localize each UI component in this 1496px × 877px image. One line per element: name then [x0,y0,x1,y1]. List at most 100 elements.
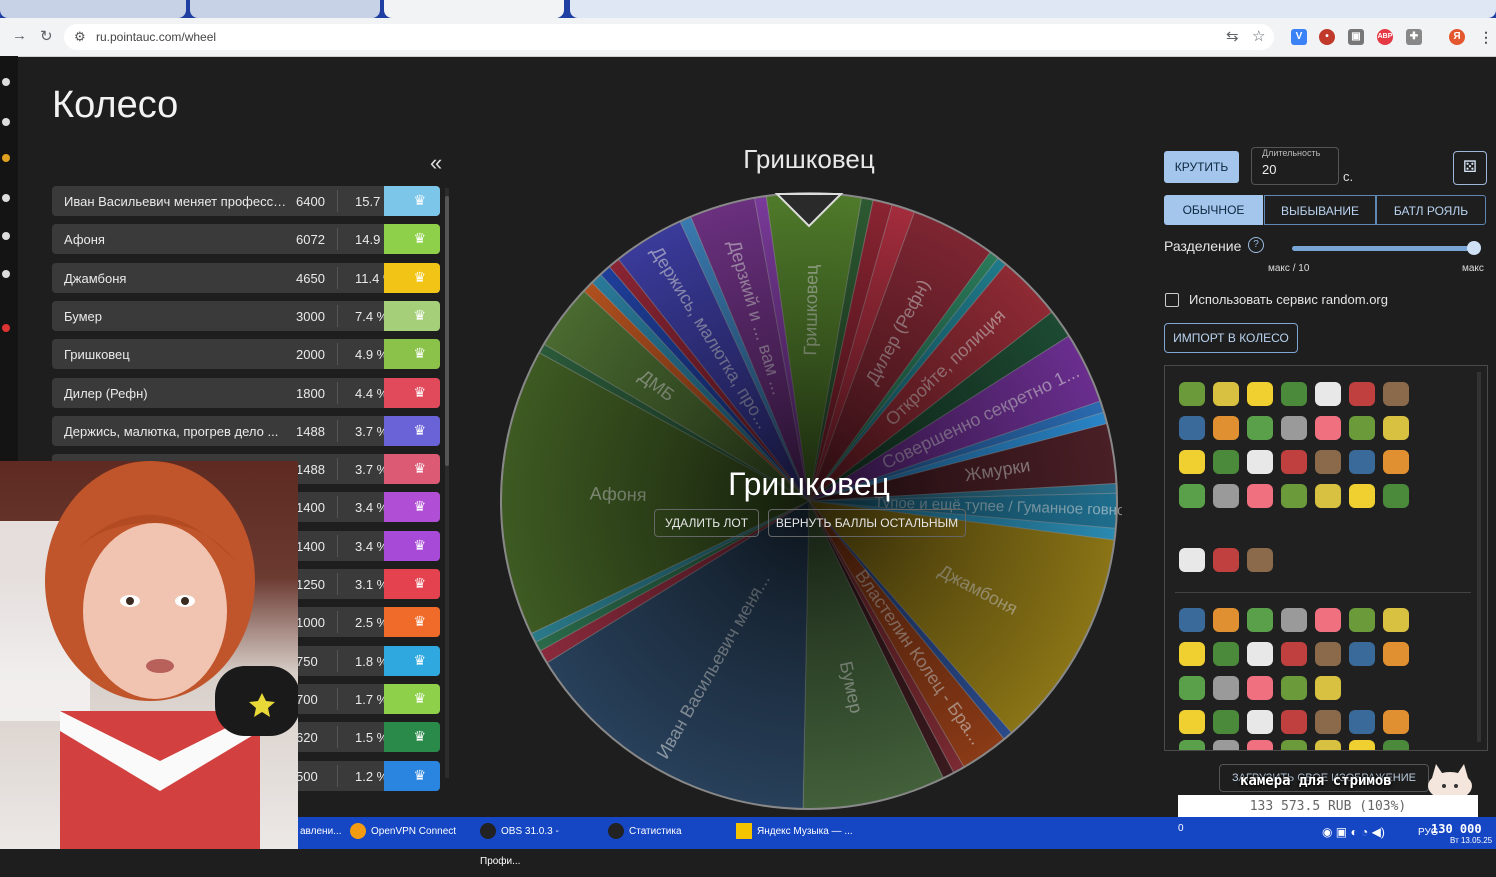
lot-row[interactable]: Иван Васильевич меняет профессию 6400 15.7… [52,186,440,216]
emote-icon[interactable] [1281,710,1307,734]
emote-icon[interactable] [1383,484,1409,508]
emote-icon[interactable] [1213,676,1239,700]
lot-color-swatch[interactable]: ♛ [384,262,440,293]
delete-lot-button[interactable]: УДАЛИТЬ ЛОТ [654,509,759,537]
emote-scrollbar[interactable] [1477,372,1481,742]
lot-row[interactable]: Гришковец 2000 4.9 % ♛ [52,339,440,370]
lot-color-swatch[interactable]: ♛ [384,224,440,255]
emote-icon[interactable] [1247,740,1273,750]
emote-icon[interactable] [1281,450,1307,474]
lot-name[interactable]: Афоня [64,232,290,247]
emote-icon[interactable] [1315,450,1341,474]
lot-color-swatch[interactable]: ♛ [384,377,440,408]
duration-field[interactable]: Длительность 20 [1251,147,1339,185]
emote-icon[interactable] [1213,450,1239,474]
lot-list-scrollbar[interactable] [445,188,449,778]
browser-tab-active[interactable] [384,0,564,18]
lot-name[interactable]: Дилер (Рефн) [64,386,290,401]
emote-icon[interactable] [1383,740,1409,750]
split-slider-track[interactable] [1292,246,1474,251]
dice-icon[interactable]: ⚄ [1453,151,1487,185]
mode-battle-royale-tab[interactable]: БАТЛ РОЯЛЬ [1376,195,1486,225]
emote-icon[interactable] [1315,416,1341,440]
emote-icon[interactable] [1383,416,1409,440]
taskbar-item-stats[interactable]: Статистика [608,817,726,847]
emote-icon[interactable] [1247,484,1273,508]
lot-name[interactable]: Иван Васильевич меняет профессию [64,194,290,209]
browser-tab[interactable] [0,0,186,18]
browser-menu-icon[interactable]: ⋮ [1478,29,1494,45]
emote-icon[interactable] [1281,608,1307,632]
spin-button[interactable]: КРУТИТЬ [1164,151,1239,183]
emote-icon[interactable] [1315,642,1341,666]
lot-color-swatch[interactable]: ♛ [384,454,440,485]
lot-name[interactable]: Бумер [64,309,290,324]
emote-icon[interactable] [1281,484,1307,508]
bookmark-star-icon[interactable]: ☆ [1252,27,1265,45]
strip-icon[interactable] [2,194,10,202]
taskbar-item-openvpn[interactable]: OpenVPN Connect [350,817,468,847]
emote-icon[interactable] [1383,710,1409,734]
emote-icon[interactable] [1179,484,1205,508]
strip-icon[interactable] [2,78,10,86]
lot-row[interactable]: Держись, малютка, прогрев дело ... 1488 3.… [52,415,440,446]
emote-icon[interactable] [1383,450,1409,474]
browser-tab[interactable] [190,0,380,18]
emote-icon[interactable] [1213,484,1239,508]
lot-name[interactable]: Джамбоня [64,271,290,286]
emote-icon[interactable] [1281,382,1307,406]
emote-icon[interactable] [1179,740,1205,750]
emote-icon[interactable] [1383,608,1409,632]
emote-icon[interactable] [1315,484,1341,508]
emote-icon[interactable] [1179,382,1205,406]
emote-icon[interactable] [1281,676,1307,700]
emote-icon[interactable] [1213,608,1239,632]
strip-icon[interactable] [2,154,10,162]
extension-crop-icon[interactable]: ▣ [1348,29,1364,45]
tray-icons[interactable]: ◉ ▣ ◐ ◔ ◀) [1322,825,1385,839]
emote-icon[interactable] [1213,382,1239,406]
strip-icon[interactable] [2,232,10,240]
emote-icon[interactable] [1247,710,1273,734]
profile-avatar-icon[interactable]: Я [1449,29,1465,45]
emote-icon[interactable] [1315,710,1341,734]
taskbar-item-obs[interactable]: OBS 31.0.3 - Профи... [480,817,598,867]
emote-icon[interactable] [1349,642,1375,666]
site-settings-icon[interactable]: ⚙ [74,29,86,45]
emote-icon[interactable] [1179,608,1205,632]
strip-icon[interactable] [2,270,10,278]
help-icon[interactable]: ? [1248,237,1264,253]
emote-icon[interactable] [1349,608,1375,632]
lot-color-swatch[interactable]: ♛ [384,530,440,561]
import-to-wheel-button[interactable]: ИМПОРТ В КОЛЕСО [1164,323,1298,353]
taskbar-item-yandex-music[interactable]: Яндекс Музыка — ... [736,817,854,847]
emote-icon[interactable] [1349,416,1375,440]
strip-icon[interactable] [2,324,10,332]
emote-icon[interactable] [1179,642,1205,666]
lot-color-swatch[interactable]: ♛ [384,569,440,599]
emote-icon[interactable] [1247,676,1273,700]
lot-color-swatch[interactable]: ♛ [384,645,440,676]
browser-tab[interactable] [570,0,1496,18]
address-bar[interactable]: ⚙ ru.pointauc.com/wheel [64,24,1274,50]
forward-icon[interactable]: → [12,27,27,44]
random-org-checkbox[interactable] [1165,293,1179,307]
strip-icon[interactable] [2,118,10,126]
extension-v-icon[interactable]: V [1291,29,1307,45]
duration-value[interactable]: 20 [1262,162,1276,177]
emote-icon[interactable] [1349,710,1375,734]
emote-icon[interactable] [1247,416,1273,440]
return-points-button[interactable]: ВЕРНУТЬ БАЛЛЫ ОСТАЛЬНЫМ [768,509,966,537]
emote-icon[interactable] [1349,740,1375,750]
extensions-puzzle-icon[interactable]: ✚ [1406,29,1422,45]
emote-icon[interactable] [1281,740,1307,750]
lot-name[interactable]: Гришковец [64,347,290,362]
lot-row[interactable]: Бумер 3000 7.4 % ♛ [52,300,440,331]
emote-icon[interactable] [1213,642,1239,666]
lot-color-swatch[interactable]: ♛ [384,300,440,331]
mode-elimination-tab[interactable]: ВЫБЫВАНИЕ [1264,195,1376,225]
taskbar-item[interactable]: авлени... [300,817,344,847]
emote-icon[interactable] [1349,484,1375,508]
collapse-list-icon[interactable]: « [430,150,442,176]
emote-icon[interactable] [1349,382,1375,406]
